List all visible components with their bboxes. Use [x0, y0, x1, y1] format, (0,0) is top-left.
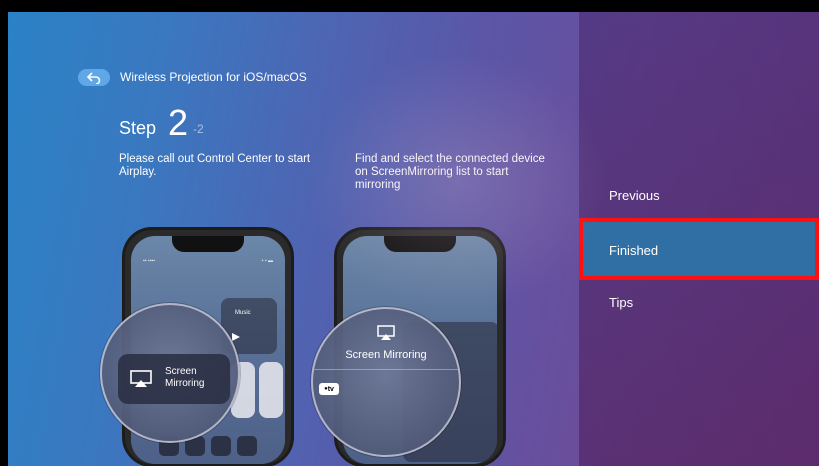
camera-icon [237, 436, 257, 456]
instruction-left: Please call out Control Center to start … [119, 153, 311, 178]
magnifier-mirroring-list: Screen Mirroring ● tv [311, 307, 461, 457]
airplay-icon [130, 370, 152, 387]
back-button[interactable] [78, 69, 110, 86]
step-total: -2 [193, 122, 204, 136]
menu-item-label: Previous [609, 187, 660, 203]
step-number: 2 [168, 102, 189, 143]
menu-item-previous[interactable]: Previous [579, 167, 819, 223]
phone-notch [172, 236, 244, 252]
screen-mirroring-tile: Screen Mirroring [118, 354, 230, 404]
screen-mirroring-title: Screen Mirroring [345, 349, 427, 361]
status-bar-left: ▪▪ ▪▪▪▪ [143, 258, 156, 264]
magnifier-screen-mirroring: Screen Mirroring [100, 303, 240, 443]
page-title: Wireless Projection for iOS/macOS [120, 70, 307, 84]
menu-item-label: Finished [609, 242, 659, 258]
screen-mirroring-label: Screen Mirroring [165, 366, 205, 389]
calculator-icon [211, 436, 231, 456]
instruction-right: Find and select the connected device on … [355, 153, 545, 191]
status-bar-right: ▪ ▪ ▬ [261, 258, 273, 264]
side-menu: Previous Finished Tips [579, 12, 819, 466]
step-label: Step [119, 118, 157, 138]
menu-item-finished[interactable]: Finished [579, 222, 819, 278]
phone-notch [384, 236, 456, 252]
divider [313, 369, 459, 370]
menu-item-tips[interactable]: Tips [579, 274, 819, 330]
projection-screen: Wireless Projection for iOS/macOS Step 2… [8, 12, 819, 466]
airplay-icon [377, 325, 395, 340]
apple-tv-badge: ● tv [319, 383, 339, 395]
volume-slider [259, 362, 283, 418]
back-arrow-icon [86, 71, 101, 84]
menu-item-label: Tips [609, 294, 634, 310]
music-label: Music [235, 310, 251, 316]
apple-tv-label: tv [327, 385, 334, 393]
